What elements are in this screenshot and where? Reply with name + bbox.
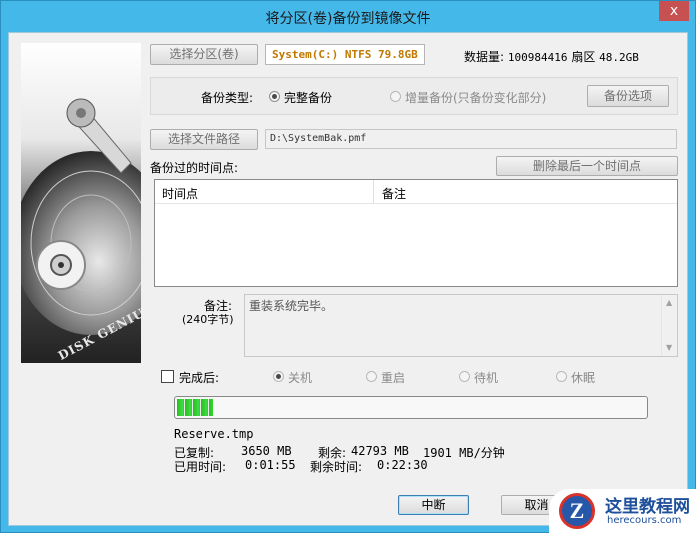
after-finish-checkbox[interactable] <box>161 370 174 383</box>
remaining-time-label: 剩余时间: <box>310 460 363 474</box>
select-file-path-button[interactable]: 选择文件路径 <box>150 129 258 150</box>
current-file: Reserve.tmp <box>174 427 254 441</box>
restart-radio[interactable] <box>366 371 377 382</box>
remaining-time-value: 0:22:30 <box>377 458 428 472</box>
selected-partition-field: System(C:) NTFS 79.8GB <box>265 44 425 65</box>
scroll-up-icon[interactable]: ▲ <box>666 298 672 307</box>
backup-dialog: 将分区(卷)备份到镜像文件 x DISK GENIUS 选择分区(卷) Syst… <box>0 0 696 534</box>
site-watermark: Z 这里教程网 herecours.com <box>549 489 696 534</box>
note-scrollbar[interactable]: ▲ ▼ <box>661 295 677 356</box>
remaining-value: 42793 MB <box>351 444 409 458</box>
watermark-title: 这里教程网 <box>605 497 690 517</box>
title-bar[interactable]: 将分区(卷)备份到镜像文件 x <box>1 1 695 31</box>
standby-label: 待机 <box>474 371 499 385</box>
incremental-backup-radio[interactable] <box>390 91 401 102</box>
timepoints-list-header: 时间点 备注 <box>155 180 677 204</box>
backup-type-label: 备份类型: <box>201 91 254 105</box>
shutdown-radio[interactable] <box>273 371 284 382</box>
elapsed-time-value: 0:01:55 <box>245 458 296 472</box>
hibernate-radio[interactable] <box>556 371 567 382</box>
full-backup-label: 完整备份 <box>284 91 333 105</box>
select-partition-button[interactable]: 选择分区(卷) <box>150 44 258 65</box>
elapsed-time-label: 已用时间: <box>174 460 227 474</box>
note-limit-label: (240字节) <box>182 313 234 326</box>
progress-fill <box>177 399 213 416</box>
copy-speed: 1901 MB/分钟 <box>423 446 505 460</box>
delete-last-timepoint-button[interactable]: 删除最后一个时间点 <box>496 156 678 176</box>
copied-value: 3650 MB <box>241 444 292 458</box>
disk-genius-image: DISK GENIUS <box>21 43 141 363</box>
data-amount-value: 100984416 <box>507 51 568 64</box>
close-button[interactable]: x <box>659 1 689 21</box>
note-text: 重装系统完毕。 <box>249 299 334 313</box>
column-header-note[interactable]: 备注 <box>382 185 406 202</box>
note-textarea[interactable]: 重装系统完毕。 ▲ ▼ <box>244 294 678 357</box>
column-divider[interactable] <box>373 180 374 204</box>
column-header-timepoint[interactable]: 时间点 <box>162 185 198 202</box>
timepoints-list[interactable]: 时间点 备注 <box>154 179 678 287</box>
abort-button[interactable]: 中断 <box>398 495 469 515</box>
watermark-logo-icon: Z <box>559 493 595 529</box>
incremental-backup-label: 增量备份(只备份变化部分) <box>405 91 547 105</box>
dialog-client: DISK GENIUS 选择分区(卷) System(C:) NTFS 79.8… <box>8 32 688 526</box>
scroll-down-icon[interactable]: ▼ <box>666 343 672 352</box>
backup-progress-bar <box>174 396 648 419</box>
file-path-field: D:\SystemBak.pmf <box>265 129 677 149</box>
data-amount-label: 数据量: <box>464 50 505 64</box>
partition-size: 48.2GB <box>599 51 639 64</box>
window-title: 将分区(卷)备份到镜像文件 <box>265 11 431 27</box>
full-backup-radio[interactable] <box>269 91 280 102</box>
partition-summary: 数据量: 100984416 扇区 48.2GB <box>464 48 639 65</box>
backup-options-button[interactable]: 备份选项 <box>587 85 669 107</box>
restart-label: 重启 <box>381 371 406 385</box>
sector-label: 扇区 <box>571 50 596 64</box>
shutdown-label: 关机 <box>288 371 313 385</box>
timepoints-label: 备份过的时间点: <box>150 161 239 175</box>
standby-radio[interactable] <box>459 371 470 382</box>
backup-type-group: 备份类型: 完整备份 增量备份(只备份变化部分) 备份选项 <box>150 77 678 115</box>
watermark-subtitle: herecours.com <box>607 515 682 526</box>
after-finish-label: 完成后: <box>179 371 220 385</box>
hibernate-label: 休眠 <box>571 371 596 385</box>
